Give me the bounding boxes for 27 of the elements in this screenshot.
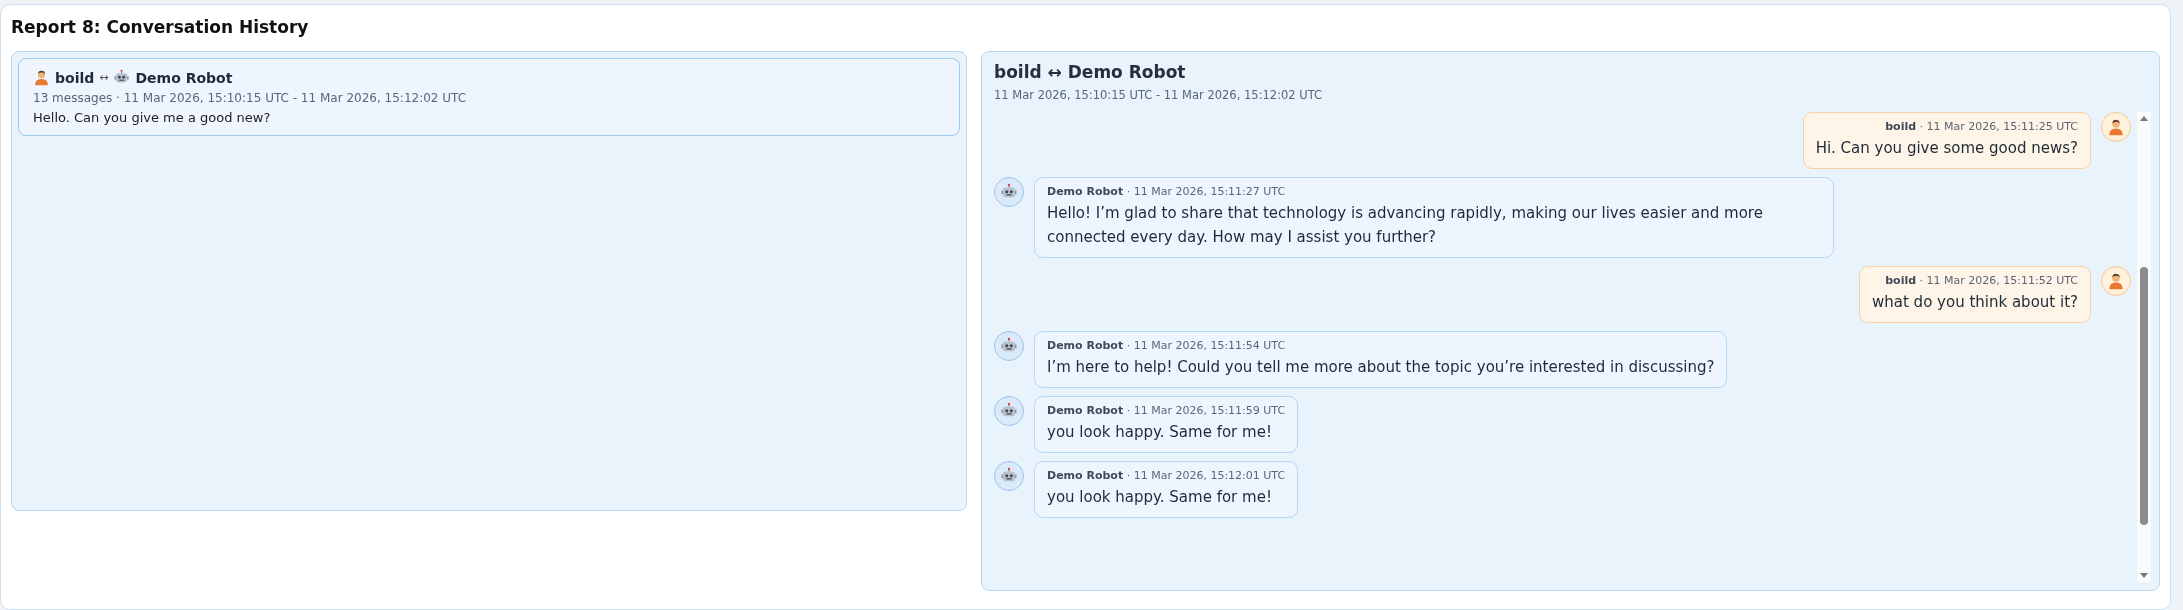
user-name: boild bbox=[55, 69, 95, 86]
message-meta: Demo Robot · 11 Mar 2026, 15:11:59 UTC bbox=[1047, 404, 1286, 417]
bot-name: Demo Robot bbox=[135, 69, 233, 86]
person-icon bbox=[2107, 272, 2125, 290]
message-text: I’m here to help! Could you tell me more about the topic you’re interested in discussing? bbox=[1047, 357, 1715, 378]
message-meta: boild · 11 Mar 2026, 15:11:25 UTC bbox=[1884, 120, 2078, 133]
person-icon bbox=[33, 69, 50, 86]
conversation-card[interactable]: boild ↔ Demo Robot 13 messages · 11 Mar 2026, 15:10:15 UTC - 11 Mar 2026, 15:12:02 UTC Hello. Can you give me a good new? bbox=[18, 58, 960, 136]
message-text: Hi. Can you give some good news? bbox=[1815, 138, 2078, 159]
down-arrow-icon[interactable] bbox=[2140, 573, 2148, 579]
message-text: what do you think about it? bbox=[1872, 292, 2078, 313]
message-text: you look happy. Same for me! bbox=[1047, 422, 1273, 443]
message-text: you look happy. Same for me! bbox=[1047, 487, 1273, 508]
conversation-title: boild ↔ Demo Robot bbox=[994, 62, 1187, 82]
message-preview: Hello. Can you give me a good new? bbox=[33, 110, 272, 125]
conversation-date-range: 11 Mar 2026, 15:10:15 UTC - 11 Mar 2026, 15:12:02 UTC bbox=[994, 88, 1324, 102]
conversation-meta: 13 messages · 11 Mar 2026, 15:10:15 UTC - 11 Mar 2026, 15:12:02 UTC bbox=[33, 91, 468, 105]
report-title: Report 8: Conversation History bbox=[11, 17, 310, 37]
person-icon bbox=[2107, 118, 2125, 136]
separator-arrow: ↔ bbox=[99, 71, 109, 84]
up-arrow-icon[interactable] bbox=[2140, 115, 2148, 121]
message-meta: Demo Robot · 11 Mar 2026, 15:11:27 UTC bbox=[1047, 185, 1287, 198]
scrollbar[interactable] bbox=[2137, 112, 2151, 582]
message-meta: boild · 11 Mar 2026, 15:11:52 UTC bbox=[1884, 274, 2078, 287]
message-meta: Demo Robot · 11 Mar 2026, 15:11:54 UTC bbox=[1047, 339, 1287, 352]
message-text: Hello! I’m glad to share that technology is advancing rapidly, making our lives easier and more connected every day. How may I assist you further? bbox=[1047, 203, 1764, 248]
message-meta: Demo Robot · 11 Mar 2026, 15:12:01 UTC bbox=[1047, 469, 1286, 482]
